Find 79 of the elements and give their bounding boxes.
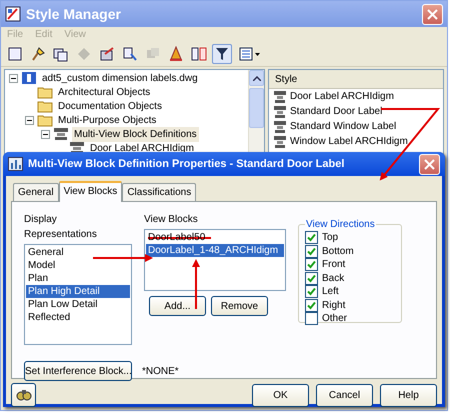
list-item[interactable]: General — [26, 246, 130, 259]
style-icon — [273, 90, 287, 104]
expander-icon[interactable] — [25, 116, 34, 124]
remove-button[interactable]: Remove — [211, 296, 268, 316]
close-icon — [424, 158, 435, 170]
dialog-title: Multi-View Block Definition Properties - Standard Door Label — [28, 156, 344, 172]
checkbox-label: Other — [322, 312, 348, 326]
list-item[interactable]: Plan — [26, 272, 130, 285]
list-box[interactable]: General Model Plan Plan High Detail Plan Low Detail Reflected — [24, 244, 132, 345]
list-item[interactable]: Model — [26, 259, 130, 272]
binoculars-icon — [16, 388, 32, 402]
list-item[interactable]: DoorLabel_1-48_ARCHIdigm — [146, 244, 284, 257]
add-button[interactable]: Add... — [149, 296, 206, 316]
close-button[interactable] — [419, 154, 440, 174]
column-header[interactable]: Style — [269, 70, 443, 89]
checkbox[interactable] — [305, 272, 318, 285]
expander-icon[interactable] — [9, 74, 18, 82]
checkbox-label: Front — [322, 258, 346, 272]
block-icon — [53, 126, 69, 142]
annotation-arrow — [93, 254, 153, 262]
help-button[interactable]: Help — [380, 384, 437, 406]
checkbox-label: Right — [322, 298, 346, 313]
interference-value: *NONE* — [142, 364, 179, 378]
tag-icon — [76, 46, 92, 62]
expander-icon[interactable] — [41, 130, 50, 138]
cone-icon — [168, 46, 184, 62]
close-button[interactable] — [422, 4, 443, 24]
checkbox-label: Bottom — [322, 244, 354, 259]
page-icon — [7, 46, 23, 62]
checkbox[interactable] — [305, 258, 318, 272]
list-item[interactable]: Standard Window Label — [290, 119, 396, 134]
tab[interactable]: Classifications — [122, 183, 196, 201]
toolbar-button[interactable] — [212, 44, 232, 64]
ok-button[interactable]: OK — [252, 384, 309, 406]
scrollbar-thumb[interactable] — [249, 88, 264, 128]
style-icon — [273, 104, 287, 118]
tree-item[interactable]: adt5_custom dimension labels.dwg — [40, 70, 200, 86]
window-title: Style Manager — [26, 4, 121, 24]
list-item[interactable]: Reflected — [26, 311, 130, 324]
app-icon — [5, 6, 21, 22]
copy-icon — [53, 46, 69, 62]
scroll-up-icon — [252, 76, 260, 80]
checkbox[interactable] — [305, 231, 318, 244]
tab[interactable]: View Blocks — [58, 181, 122, 202]
tree-item[interactable]: Door Label ARCHIdigm — [88, 140, 196, 156]
filter-icon — [214, 46, 230, 62]
checkbox[interactable] — [305, 312, 318, 326]
checkbox-label: Back — [322, 272, 344, 286]
list-label: View Blocks — [144, 213, 199, 227]
list-label: Display Representations — [24, 213, 98, 242]
dialog-icon — [8, 157, 23, 171]
checkbox-label: Top — [322, 231, 338, 246]
style-icon — [273, 120, 287, 134]
select-icon — [122, 46, 138, 62]
tree-item[interactable]: Multi-View Block Definitions — [72, 126, 199, 142]
tree-item[interactable]: Documentation Objects — [56, 98, 164, 114]
broom-icon — [30, 46, 46, 62]
checkbox[interactable] — [305, 285, 318, 298]
checkbox[interactable] — [305, 298, 318, 312]
find-button[interactable] — [11, 383, 36, 407]
style-icon — [273, 134, 287, 148]
tab[interactable]: General — [13, 183, 59, 201]
list-item[interactable]: Plan Low Detail — [26, 298, 130, 311]
checkbox-label: Left — [322, 285, 339, 300]
list-view-icon — [238, 46, 254, 62]
list-item[interactable]: Window Label ARCHIdigm — [290, 134, 408, 149]
annotation-arrow — [192, 259, 200, 309]
list-item[interactable]: Door Label ARCHIdigm — [290, 89, 394, 104]
list-item[interactable]: Standard Door Label — [290, 104, 382, 119]
set-interference-button[interactable]: Set Interference Block... — [24, 361, 132, 381]
edit-icon — [99, 46, 115, 62]
list-item[interactable]: Plan High Detail — [26, 285, 130, 298]
tree-item[interactable]: Multi-Purpose Objects — [56, 112, 158, 128]
tree-item[interactable]: Architectural Objects — [56, 84, 152, 100]
cancel-button[interactable]: Cancel — [316, 384, 373, 406]
compare-icon — [191, 46, 207, 62]
close-icon — [427, 8, 438, 20]
checkbox[interactable] — [305, 244, 318, 258]
caret-icon — [254, 52, 260, 56]
